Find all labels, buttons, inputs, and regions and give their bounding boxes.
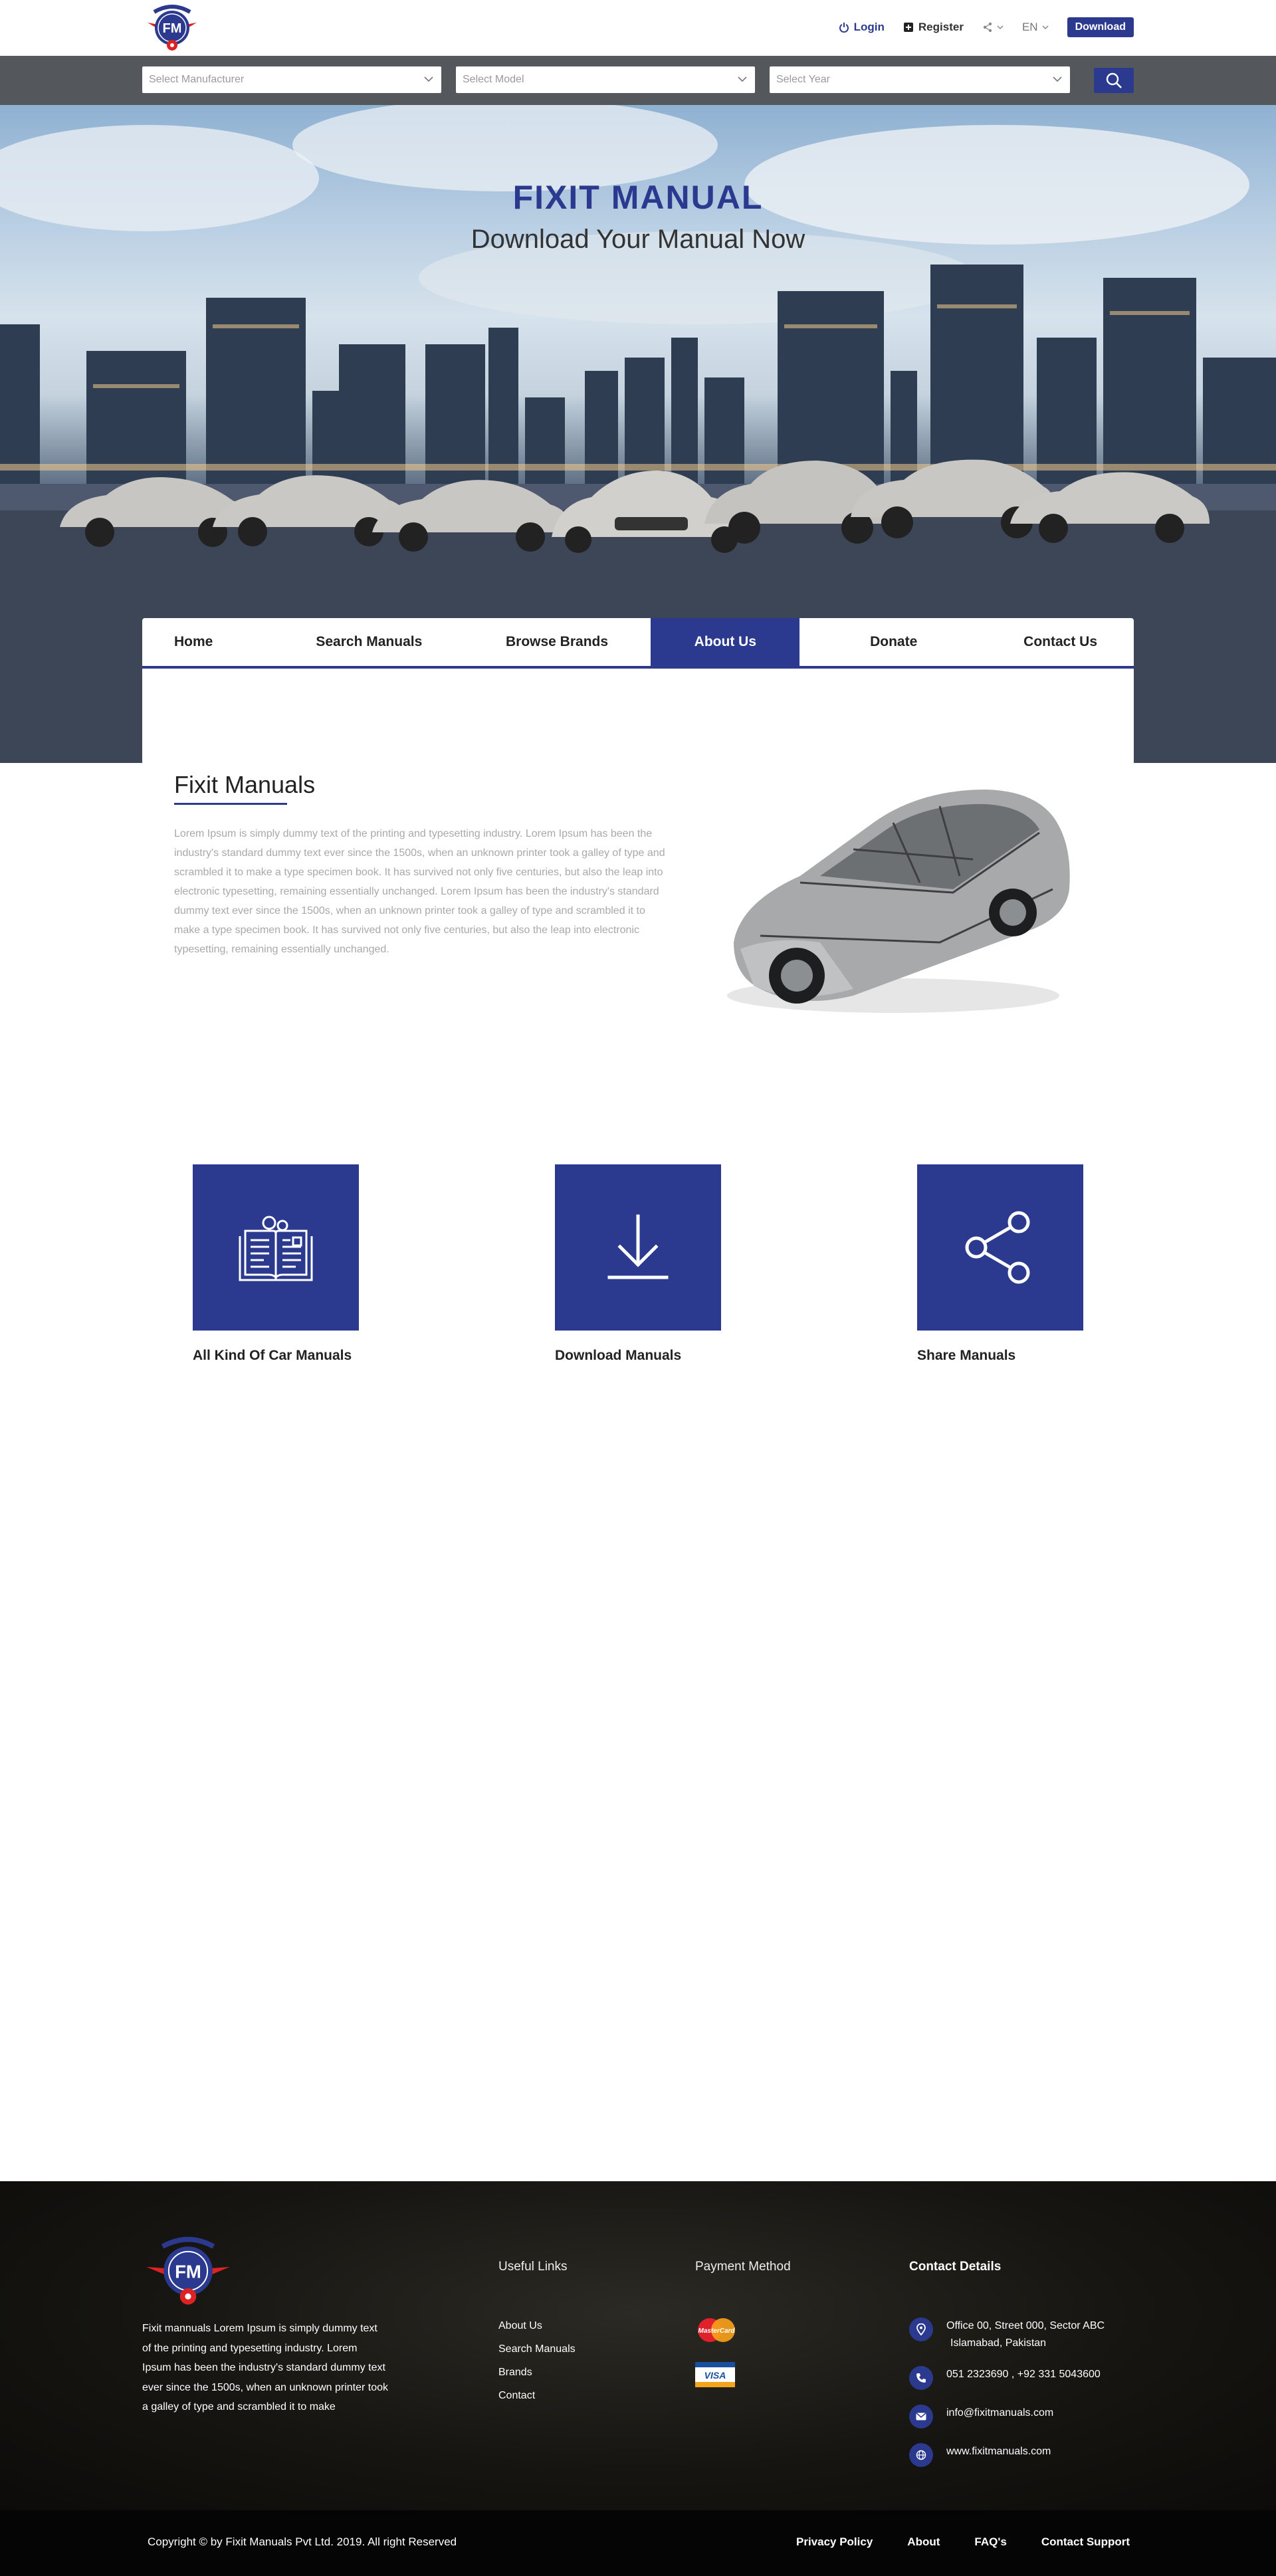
footer-link-brands[interactable]: Brands — [498, 2361, 576, 2384]
search-button[interactable] — [1094, 68, 1134, 93]
register-link[interactable]: Register — [903, 21, 964, 34]
mail-icon — [909, 2405, 933, 2428]
chevron-down-icon — [738, 76, 747, 82]
phone-number[interactable]: 051 2323690 , +92 331 5043600 — [946, 2366, 1101, 2383]
nav-search-manuals[interactable]: Search Manuals — [275, 618, 463, 666]
about-body: Lorem Ipsum is simply dummy text of the … — [174, 828, 665, 955]
bottom-links: Privacy Policy About FAQ's Contact Suppo… — [796, 2535, 1130, 2549]
contact-support-link[interactable]: Contact Support — [1041, 2535, 1130, 2549]
bottom-bar: Copyright © by Fixit Manuals Pvt Ltd. 20… — [0, 2510, 1276, 2576]
download-icon — [607, 1214, 669, 1279]
chevron-down-icon — [1053, 76, 1062, 82]
download-button[interactable]: Download — [1067, 17, 1134, 37]
feature-share-manuals[interactable]: Share Manuals — [917, 1164, 1090, 1364]
hero-title: FIXIT MANUAL — [512, 179, 764, 216]
website-url[interactable]: www.fixitmanuals.com — [946, 2443, 1051, 2460]
feature-label: All Kind Of Car Manuals — [193, 1348, 352, 1363]
faq-link[interactable]: FAQ's — [974, 2535, 1006, 2549]
svg-text:FM: FM — [163, 21, 182, 36]
search-bar: Select Manufacturer Select Model Select … — [0, 56, 1276, 105]
share-icon — [965, 1211, 1030, 1284]
feature-download-manuals[interactable]: Download Manuals — [555, 1164, 728, 1364]
feature-label: Share Manuals — [917, 1348, 1016, 1363]
phone-icon — [909, 2366, 933, 2390]
title-underline — [174, 803, 287, 805]
about-title: Fixit Manuals — [174, 771, 316, 798]
globe-icon — [909, 2443, 933, 2467]
login-link[interactable]: Login — [839, 21, 885, 34]
feature-box — [917, 1164, 1083, 1331]
address-line-2: Islamabad, Pakistan — [950, 2337, 1047, 2349]
chevron-down-icon — [1042, 25, 1049, 30]
plus-box-icon — [903, 22, 914, 33]
footer-about-text: Fixit mannuals Lorem Ipsum is simply dum… — [142, 2323, 389, 2413]
location-pin-icon — [909, 2317, 933, 2341]
contact-details-title: Contact Details — [909, 2260, 1002, 2274]
chevron-down-icon — [424, 76, 433, 82]
nav-home[interactable]: Home — [142, 618, 275, 666]
manufacturer-placeholder: Select Manufacturer — [149, 74, 245, 85]
share-dropdown[interactable] — [982, 22, 1004, 33]
mastercard-label: MasterCard — [698, 2327, 735, 2335]
footer-link-search-manuals[interactable]: Search Manuals — [498, 2337, 576, 2361]
nav-donate[interactable]: Donate — [799, 618, 988, 666]
model-select[interactable]: Select Model — [456, 66, 755, 93]
language-label: EN — [1021, 21, 1038, 33]
car-frame-image — [720, 776, 1075, 1022]
about-link[interactable]: About — [907, 2535, 940, 2549]
manual-book-icon — [239, 1216, 313, 1281]
top-bar: FM Login Register EN Download — [0, 0, 1276, 56]
feature-label: Download Manuals — [555, 1348, 682, 1363]
feature-car-manuals[interactable]: All Kind Of Car Manuals — [193, 1164, 366, 1364]
year-placeholder: Select Year — [776, 74, 830, 85]
payment-method-title: Payment Method — [695, 2260, 791, 2274]
feature-box — [193, 1164, 359, 1331]
language-select[interactable]: EN — [1022, 21, 1049, 34]
visa-label: VISA — [704, 2370, 726, 2381]
address-line-1: Office 00, Street 000, Sector ABC — [946, 2320, 1105, 2331]
chevron-down-icon — [997, 25, 1004, 30]
footer: FM Fixit mannuals Lorem Ipsum is simply … — [0, 2181, 1276, 2510]
mastercard-logo: MasterCard — [695, 2317, 738, 2347]
contact-email: info@fixitmanuals.com — [909, 2405, 1053, 2428]
power-icon — [839, 22, 849, 33]
contact-phone: 051 2323690 , +92 331 5043600 — [909, 2366, 1101, 2390]
model-placeholder: Select Model — [463, 74, 524, 85]
visa-logo: VISA — [695, 2362, 735, 2391]
useful-links-title: Useful Links — [498, 2260, 568, 2274]
main-nav: Home Search Manuals Browse Brands About … — [142, 618, 1134, 669]
footer-link-contact[interactable]: Contact — [498, 2384, 576, 2407]
site-logo[interactable]: FM — [142, 3, 202, 53]
svg-text:FM: FM — [175, 2262, 201, 2282]
register-label: Register — [918, 21, 964, 33]
useful-links-list: About Us Search Manuals Brands Contact — [498, 2314, 576, 2407]
nav-browse-brands[interactable]: Browse Brands — [463, 618, 651, 666]
contact-website: www.fixitmanuals.com — [909, 2443, 1051, 2467]
manufacturer-select[interactable]: Select Manufacturer — [142, 66, 441, 93]
search-icon — [1106, 72, 1122, 88]
main-nav-panel: Home Search Manuals Browse Brands About … — [142, 618, 1134, 763]
nav-contact-us[interactable]: Contact Us — [988, 618, 1134, 666]
footer-logo[interactable]: FM — [142, 2232, 234, 2310]
year-select[interactable]: Select Year — [770, 66, 1070, 93]
privacy-policy-link[interactable]: Privacy Policy — [796, 2535, 873, 2549]
feature-box — [555, 1164, 721, 1331]
nav-about-us[interactable]: About Us — [651, 618, 800, 666]
copyright-text: Copyright © by Fixit Manuals Pvt Ltd. 20… — [148, 2535, 457, 2548]
login-label: Login — [853, 21, 885, 33]
footer-link-about-us[interactable]: About Us — [498, 2314, 576, 2337]
hero-subtitle: Download Your Manual Now — [471, 225, 805, 254]
contact-address: Office 00, Street 000, Sector ABC Islama… — [909, 2317, 1105, 2352]
share-icon — [983, 22, 992, 33]
email-address[interactable]: info@fixitmanuals.com — [946, 2405, 1053, 2422]
